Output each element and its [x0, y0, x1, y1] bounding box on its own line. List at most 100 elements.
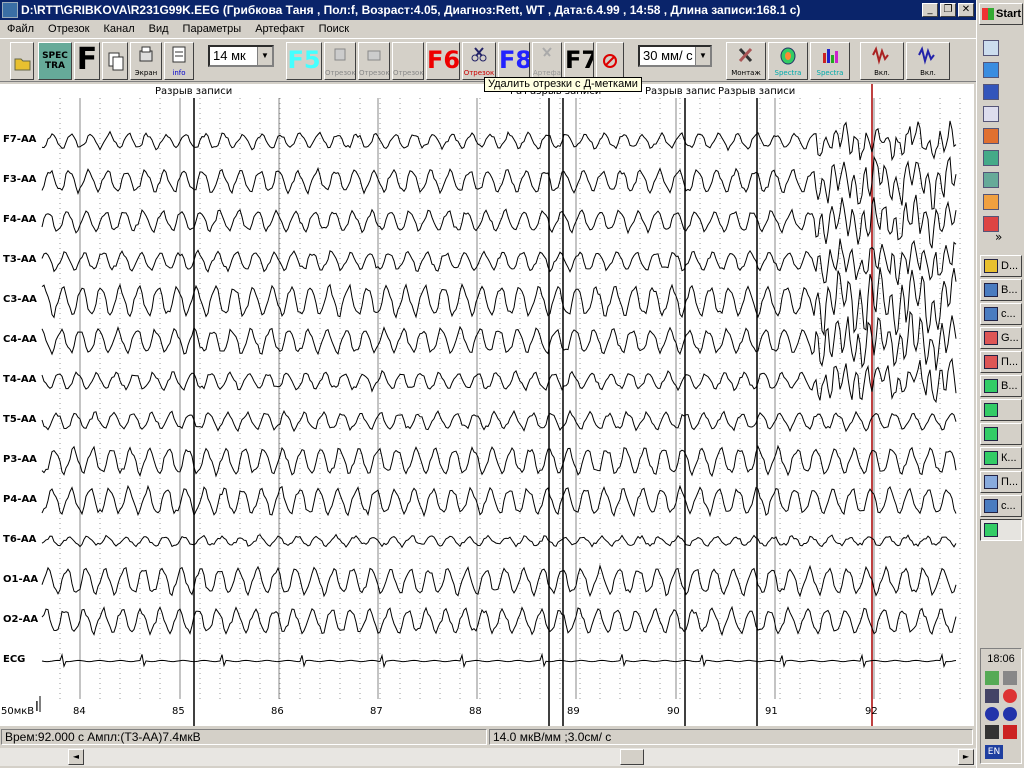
spectra-icon[interactable] — [983, 172, 999, 188]
artifact-button[interactable]: Артефакт — [532, 42, 562, 80]
channel-label[interactable]: T6-AA — [3, 534, 36, 545]
chevron-down-icon[interactable]: ▼ — [695, 47, 710, 65]
f8-button[interactable]: F8 — [498, 42, 530, 80]
head-map-icon — [984, 427, 998, 441]
bluetooth-icon[interactable] — [985, 707, 999, 721]
open-folder-button[interactable] — [10, 42, 34, 80]
task-button[interactable]: с... — [980, 495, 1022, 517]
info-icon[interactable] — [1003, 707, 1017, 721]
cut-segment-button[interactable]: Отрезок — [462, 42, 496, 80]
device-icon[interactable] — [985, 689, 999, 703]
task-button[interactable] — [980, 399, 1022, 421]
channel-label[interactable]: F7-AA — [3, 134, 36, 145]
copy-button[interactable] — [102, 42, 128, 80]
amplitude-select[interactable]: 14 мк ▼ — [208, 45, 274, 67]
head-map-icon — [780, 47, 796, 65]
network-icon[interactable] — [985, 671, 999, 685]
channel-label[interactable]: C4-AA — [3, 334, 37, 345]
menu-bar: Файл Отрезок Канал Вид Параметры Артефак… — [0, 20, 976, 38]
task-button[interactable]: с... — [980, 303, 1022, 325]
task-button[interactable]: В... — [980, 375, 1022, 397]
scroll-left-button[interactable]: ◄ — [68, 749, 84, 765]
stop-icon — [603, 54, 617, 68]
channel-label[interactable]: T5-AA — [3, 414, 36, 425]
eeg-trace-panel[interactable]: Разрыв записи Ра Разрыв записи Разрыв за… — [0, 84, 974, 726]
channel-label[interactable]: O2-AA — [3, 614, 38, 625]
eeg-channel-trace — [41, 484, 957, 518]
disconnect-icon[interactable] — [1003, 725, 1017, 739]
task-button[interactable]: D... — [980, 255, 1022, 277]
task-button[interactable]: П... — [980, 471, 1022, 493]
task-button[interactable]: В... — [980, 279, 1022, 301]
channel-label[interactable]: ECG — [3, 654, 25, 665]
f5-button[interactable]: F5 — [286, 42, 322, 80]
speed-select[interactable]: 30 мм/ с ▼ — [638, 45, 712, 67]
channel-label[interactable]: T4-AA — [3, 374, 36, 385]
start-button[interactable]: Start — [979, 3, 1023, 25]
more-chevron-icon[interactable]: » — [995, 230, 1002, 244]
volume-icon[interactable] — [1003, 671, 1017, 685]
enable-button-2[interactable]: Вкл. — [906, 42, 950, 80]
segment-button[interactable]: Отрезок — [392, 42, 424, 80]
channel-label[interactable]: O1-AA — [3, 574, 38, 585]
bulb-icon[interactable] — [983, 106, 999, 122]
channel-label[interactable]: P3-AA — [3, 454, 37, 465]
menu-channel[interactable]: Канал — [97, 23, 142, 35]
channel-label[interactable]: T3-AA — [3, 254, 36, 265]
channel-label[interactable]: C3-AA — [3, 294, 37, 305]
desktop-icon[interactable] — [983, 40, 999, 56]
f7-button[interactable]: F7 — [564, 42, 594, 80]
monitor-icon[interactable] — [985, 725, 999, 739]
spectra-button[interactable]: SPEC TRA — [38, 42, 72, 80]
clock[interactable]: 18:06 — [981, 653, 1021, 665]
task-button[interactable]: G... — [980, 327, 1022, 349]
menu-view[interactable]: Вид — [142, 23, 176, 35]
restore-button[interactable]: ❐ — [940, 3, 956, 17]
menu-file[interactable]: Файл — [0, 23, 41, 35]
f6-button[interactable]: F6 — [426, 42, 460, 80]
screen-label: Экран — [134, 69, 158, 77]
ati-icon[interactable] — [1003, 689, 1017, 703]
network-icon[interactable] — [983, 84, 999, 100]
title-bar[interactable]: D:\RTT\GRIBKOVA\R231G99K.EEG (Грибкова Т… — [0, 0, 976, 20]
scroll-right-button[interactable]: ► — [958, 749, 974, 765]
desktop: D:\RTT\GRIBKOVA\R231G99K.EEG (Грибкова Т… — [0, 0, 1024, 768]
channel-label[interactable]: F4-AA — [3, 214, 36, 225]
f5-label: F5 — [287, 46, 321, 74]
segment-save-button[interactable]: Отрезок — [324, 42, 356, 80]
chevron-down-icon[interactable]: ▼ — [257, 47, 272, 65]
channel-label[interactable]: F3-AA — [3, 174, 36, 185]
menu-search[interactable]: Поиск — [312, 23, 356, 35]
media-icon[interactable] — [983, 128, 999, 144]
close-button[interactable]: ✕ — [958, 3, 974, 17]
screen-print-button[interactable]: Экран — [130, 42, 162, 80]
scroll-thumb[interactable] — [620, 749, 644, 765]
minimize-button[interactable]: _ — [922, 3, 938, 17]
menu-artifact[interactable]: Артефакт — [248, 23, 311, 35]
task-button[interactable]: К... — [980, 447, 1022, 469]
task-button[interactable]: П... — [980, 351, 1022, 373]
segment-print-button[interactable]: Отрезок — [358, 42, 390, 80]
document-icon — [984, 331, 998, 345]
info-button[interactable]: info — [164, 42, 194, 80]
horizontal-scrollbar[interactable]: ◄ ► — [0, 748, 976, 766]
tool-icon[interactable] — [983, 150, 999, 166]
spectra-map-button[interactable]: Spectra — [768, 42, 808, 80]
channel-label[interactable]: P4-AA — [3, 494, 37, 505]
task-button[interactable] — [980, 423, 1022, 445]
gap-label: Разрыв записи — [718, 86, 796, 97]
spectra-bar-button[interactable]: Spectra — [810, 42, 850, 80]
language-indicator[interactable]: EN — [985, 745, 1003, 759]
montage-button[interactable]: Монтаж — [726, 42, 766, 80]
enable-button-1[interactable]: Вкл. — [860, 42, 904, 80]
task-label: с... — [1001, 500, 1016, 512]
browser-icon[interactable] — [983, 62, 999, 78]
stop-button[interactable] — [596, 42, 624, 80]
clock-icon[interactable] — [983, 194, 999, 210]
filter-f-button[interactable]: F — [74, 42, 100, 80]
task-label: П... — [1001, 356, 1019, 368]
head-map-icon — [984, 379, 998, 393]
task-button-active[interactable] — [980, 519, 1022, 541]
menu-segment[interactable]: Отрезок — [41, 23, 96, 35]
menu-parameters[interactable]: Параметры — [176, 23, 249, 35]
